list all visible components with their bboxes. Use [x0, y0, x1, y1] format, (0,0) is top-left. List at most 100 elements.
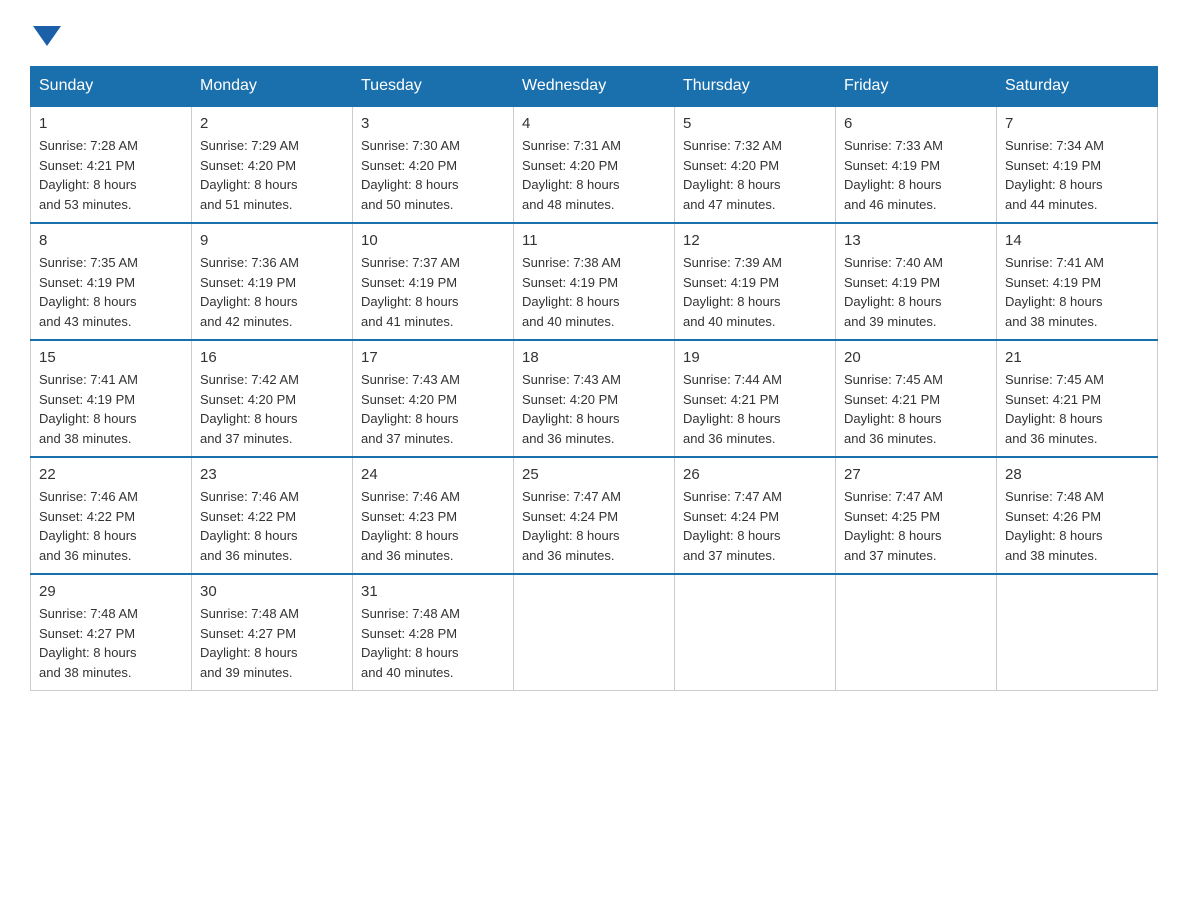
calendar-header-row: SundayMondayTuesdayWednesdayThursdayFrid…	[31, 67, 1158, 107]
calendar-cell: 26 Sunrise: 7:47 AM Sunset: 4:24 PM Dayl…	[675, 457, 836, 574]
calendar-week-row: 1 Sunrise: 7:28 AM Sunset: 4:21 PM Dayli…	[31, 106, 1158, 223]
calendar-cell: 11 Sunrise: 7:38 AM Sunset: 4:19 PM Dayl…	[514, 223, 675, 340]
day-info: Sunrise: 7:41 AM Sunset: 4:19 PM Dayligh…	[39, 370, 183, 448]
header-friday: Friday	[836, 67, 997, 107]
calendar-cell: 9 Sunrise: 7:36 AM Sunset: 4:19 PM Dayli…	[192, 223, 353, 340]
day-number: 8	[39, 232, 183, 249]
calendar-cell: 7 Sunrise: 7:34 AM Sunset: 4:19 PM Dayli…	[997, 106, 1158, 223]
day-number: 26	[683, 466, 827, 483]
day-number: 4	[522, 115, 666, 132]
calendar-cell: 25 Sunrise: 7:47 AM Sunset: 4:24 PM Dayl…	[514, 457, 675, 574]
day-info: Sunrise: 7:40 AM Sunset: 4:19 PM Dayligh…	[844, 253, 988, 331]
day-info: Sunrise: 7:43 AM Sunset: 4:20 PM Dayligh…	[522, 370, 666, 448]
calendar-cell: 3 Sunrise: 7:30 AM Sunset: 4:20 PM Dayli…	[353, 106, 514, 223]
day-info: Sunrise: 7:37 AM Sunset: 4:19 PM Dayligh…	[361, 253, 505, 331]
calendar-cell: 10 Sunrise: 7:37 AM Sunset: 4:19 PM Dayl…	[353, 223, 514, 340]
day-info: Sunrise: 7:34 AM Sunset: 4:19 PM Dayligh…	[1005, 136, 1149, 214]
day-info: Sunrise: 7:48 AM Sunset: 4:27 PM Dayligh…	[200, 604, 344, 682]
page-header	[30, 20, 1158, 46]
calendar-cell: 19 Sunrise: 7:44 AM Sunset: 4:21 PM Dayl…	[675, 340, 836, 457]
calendar-table: SundayMondayTuesdayWednesdayThursdayFrid…	[30, 66, 1158, 691]
day-number: 9	[200, 232, 344, 249]
day-number: 11	[522, 232, 666, 249]
day-number: 10	[361, 232, 505, 249]
day-info: Sunrise: 7:35 AM Sunset: 4:19 PM Dayligh…	[39, 253, 183, 331]
calendar-cell: 4 Sunrise: 7:31 AM Sunset: 4:20 PM Dayli…	[514, 106, 675, 223]
logo-triangle-icon	[33, 26, 61, 46]
day-number: 29	[39, 583, 183, 600]
day-info: Sunrise: 7:28 AM Sunset: 4:21 PM Dayligh…	[39, 136, 183, 214]
calendar-cell: 18 Sunrise: 7:43 AM Sunset: 4:20 PM Dayl…	[514, 340, 675, 457]
day-info: Sunrise: 7:29 AM Sunset: 4:20 PM Dayligh…	[200, 136, 344, 214]
day-number: 5	[683, 115, 827, 132]
calendar-cell	[997, 574, 1158, 691]
day-info: Sunrise: 7:48 AM Sunset: 4:26 PM Dayligh…	[1005, 487, 1149, 565]
calendar-cell: 22 Sunrise: 7:46 AM Sunset: 4:22 PM Dayl…	[31, 457, 192, 574]
day-info: Sunrise: 7:43 AM Sunset: 4:20 PM Dayligh…	[361, 370, 505, 448]
calendar-cell	[675, 574, 836, 691]
calendar-cell: 5 Sunrise: 7:32 AM Sunset: 4:20 PM Dayli…	[675, 106, 836, 223]
calendar-cell: 27 Sunrise: 7:47 AM Sunset: 4:25 PM Dayl…	[836, 457, 997, 574]
day-info: Sunrise: 7:44 AM Sunset: 4:21 PM Dayligh…	[683, 370, 827, 448]
calendar-cell: 16 Sunrise: 7:42 AM Sunset: 4:20 PM Dayl…	[192, 340, 353, 457]
calendar-cell: 15 Sunrise: 7:41 AM Sunset: 4:19 PM Dayl…	[31, 340, 192, 457]
calendar-cell: 31 Sunrise: 7:48 AM Sunset: 4:28 PM Dayl…	[353, 574, 514, 691]
day-number: 18	[522, 349, 666, 366]
day-number: 7	[1005, 115, 1149, 132]
day-info: Sunrise: 7:47 AM Sunset: 4:25 PM Dayligh…	[844, 487, 988, 565]
calendar-cell: 20 Sunrise: 7:45 AM Sunset: 4:21 PM Dayl…	[836, 340, 997, 457]
calendar-cell: 30 Sunrise: 7:48 AM Sunset: 4:27 PM Dayl…	[192, 574, 353, 691]
day-info: Sunrise: 7:41 AM Sunset: 4:19 PM Dayligh…	[1005, 253, 1149, 331]
day-number: 15	[39, 349, 183, 366]
calendar-cell: 17 Sunrise: 7:43 AM Sunset: 4:20 PM Dayl…	[353, 340, 514, 457]
day-info: Sunrise: 7:46 AM Sunset: 4:23 PM Dayligh…	[361, 487, 505, 565]
day-info: Sunrise: 7:31 AM Sunset: 4:20 PM Dayligh…	[522, 136, 666, 214]
calendar-cell: 12 Sunrise: 7:39 AM Sunset: 4:19 PM Dayl…	[675, 223, 836, 340]
logo	[30, 20, 61, 46]
day-info: Sunrise: 7:36 AM Sunset: 4:19 PM Dayligh…	[200, 253, 344, 331]
day-number: 24	[361, 466, 505, 483]
calendar-cell: 28 Sunrise: 7:48 AM Sunset: 4:26 PM Dayl…	[997, 457, 1158, 574]
calendar-cell: 14 Sunrise: 7:41 AM Sunset: 4:19 PM Dayl…	[997, 223, 1158, 340]
day-info: Sunrise: 7:45 AM Sunset: 4:21 PM Dayligh…	[1005, 370, 1149, 448]
day-number: 14	[1005, 232, 1149, 249]
day-number: 21	[1005, 349, 1149, 366]
calendar-cell: 13 Sunrise: 7:40 AM Sunset: 4:19 PM Dayl…	[836, 223, 997, 340]
calendar-cell: 8 Sunrise: 7:35 AM Sunset: 4:19 PM Dayli…	[31, 223, 192, 340]
day-info: Sunrise: 7:46 AM Sunset: 4:22 PM Dayligh…	[200, 487, 344, 565]
calendar-cell: 2 Sunrise: 7:29 AM Sunset: 4:20 PM Dayli…	[192, 106, 353, 223]
day-info: Sunrise: 7:45 AM Sunset: 4:21 PM Dayligh…	[844, 370, 988, 448]
day-number: 17	[361, 349, 505, 366]
header-saturday: Saturday	[997, 67, 1158, 107]
day-info: Sunrise: 7:47 AM Sunset: 4:24 PM Dayligh…	[683, 487, 827, 565]
header-monday: Monday	[192, 67, 353, 107]
day-number: 30	[200, 583, 344, 600]
logo-top	[30, 20, 61, 46]
day-number: 16	[200, 349, 344, 366]
day-number: 20	[844, 349, 988, 366]
header-tuesday: Tuesday	[353, 67, 514, 107]
header-thursday: Thursday	[675, 67, 836, 107]
calendar-cell: 23 Sunrise: 7:46 AM Sunset: 4:22 PM Dayl…	[192, 457, 353, 574]
day-info: Sunrise: 7:46 AM Sunset: 4:22 PM Dayligh…	[39, 487, 183, 565]
day-number: 12	[683, 232, 827, 249]
day-info: Sunrise: 7:38 AM Sunset: 4:19 PM Dayligh…	[522, 253, 666, 331]
day-number: 13	[844, 232, 988, 249]
day-number: 23	[200, 466, 344, 483]
header-wednesday: Wednesday	[514, 67, 675, 107]
day-number: 19	[683, 349, 827, 366]
day-number: 27	[844, 466, 988, 483]
calendar-cell	[514, 574, 675, 691]
day-info: Sunrise: 7:30 AM Sunset: 4:20 PM Dayligh…	[361, 136, 505, 214]
day-info: Sunrise: 7:48 AM Sunset: 4:27 PM Dayligh…	[39, 604, 183, 682]
calendar-cell: 21 Sunrise: 7:45 AM Sunset: 4:21 PM Dayl…	[997, 340, 1158, 457]
day-info: Sunrise: 7:33 AM Sunset: 4:19 PM Dayligh…	[844, 136, 988, 214]
day-number: 1	[39, 115, 183, 132]
day-number: 28	[1005, 466, 1149, 483]
day-info: Sunrise: 7:39 AM Sunset: 4:19 PM Dayligh…	[683, 253, 827, 331]
calendar-cell	[836, 574, 997, 691]
day-number: 6	[844, 115, 988, 132]
header-sunday: Sunday	[31, 67, 192, 107]
calendar-week-row: 15 Sunrise: 7:41 AM Sunset: 4:19 PM Dayl…	[31, 340, 1158, 457]
day-number: 3	[361, 115, 505, 132]
